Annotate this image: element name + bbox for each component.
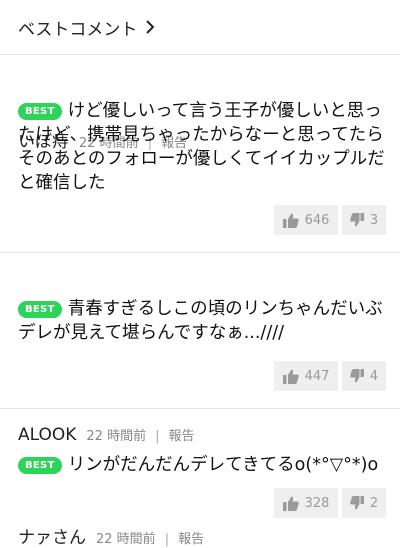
comment-item: ナァさん 22 時間前 | 報告 BEST 青春すぎるしこの頃のリンちゃんだいぶデ… <box>0 253 400 548</box>
dislike-button[interactable]: 4 <box>342 361 386 391</box>
like-count: 646 <box>304 212 330 228</box>
comment-text: リンがだんだんデレてきてるo(*°▽°*)o <box>67 455 379 475</box>
thumbs-up-icon <box>282 496 299 511</box>
vote-buttons: 328 2 <box>274 488 386 518</box>
comment-time: 22 時間前 <box>86 429 147 444</box>
report-link[interactable]: 報告 <box>168 425 194 444</box>
comment-item: いぼ痔 22 時間前 | 報告 BEST けど優しいって言う王子が優しいと思ったけ… <box>0 55 400 253</box>
thumbs-down-icon <box>350 369 364 383</box>
comment-text: 青春すぎるしこの頃のリンちゃんだいぶデレが見えて堪らんですなぁ...//// <box>18 299 383 343</box>
comment-body: BEST リンがだんだんデレてきてるo(*°▽°*)o <box>18 453 386 477</box>
comment-body: BEST 青春すぎるしこの頃のリンちゃんだいぶデレが見えて堪らんですなぁ...//… <box>18 297 386 345</box>
best-comments-title: ベストコメント <box>18 19 138 40</box>
meta-divider: | <box>155 429 160 444</box>
dislike-count: 3 <box>369 212 379 228</box>
dislike-count: 2 <box>369 495 379 511</box>
thumbs-down-icon <box>350 213 364 227</box>
comment-text: けど優しいって言う王子が優しいと思ったけど、携帯見ちゃったからなーと思ってたらそ… <box>18 101 385 193</box>
comment-body: BEST けど優しいって言う王子が優しいと思ったけど、携帯見ちゃったからなーと思っ… <box>18 99 386 195</box>
chevron-right-icon[interactable] <box>145 20 155 34</box>
best-badge: BEST <box>18 301 62 318</box>
thumbs-down-icon <box>350 496 364 510</box>
like-count: 328 <box>304 495 330 511</box>
best-badge: BEST <box>18 103 62 120</box>
best-badge: BEST <box>18 457 62 474</box>
thumbs-up-icon <box>282 369 299 384</box>
dislike-button[interactable]: 3 <box>342 205 386 235</box>
comment-item: ALOOK 22 時間前 | 報告 BEST リンがだんだんデレてきてるo(*°▽… <box>0 409 400 535</box>
comment-author[interactable]: ALOOK <box>18 425 76 445</box>
like-button[interactable]: 646 <box>274 205 338 235</box>
like-button[interactable]: 447 <box>274 361 338 391</box>
like-button[interactable]: 328 <box>274 488 338 518</box>
section-header[interactable]: ベストコメント <box>0 0 400 55</box>
dislike-button[interactable]: 2 <box>342 488 386 518</box>
vote-buttons: 447 4 <box>274 361 386 391</box>
vote-buttons: 646 3 <box>274 205 386 235</box>
comment-meta: ALOOK 22 時間前 | 報告 <box>18 425 195 445</box>
like-count: 447 <box>304 368 330 384</box>
thumbs-up-icon <box>282 213 299 228</box>
dislike-count: 4 <box>369 368 379 384</box>
